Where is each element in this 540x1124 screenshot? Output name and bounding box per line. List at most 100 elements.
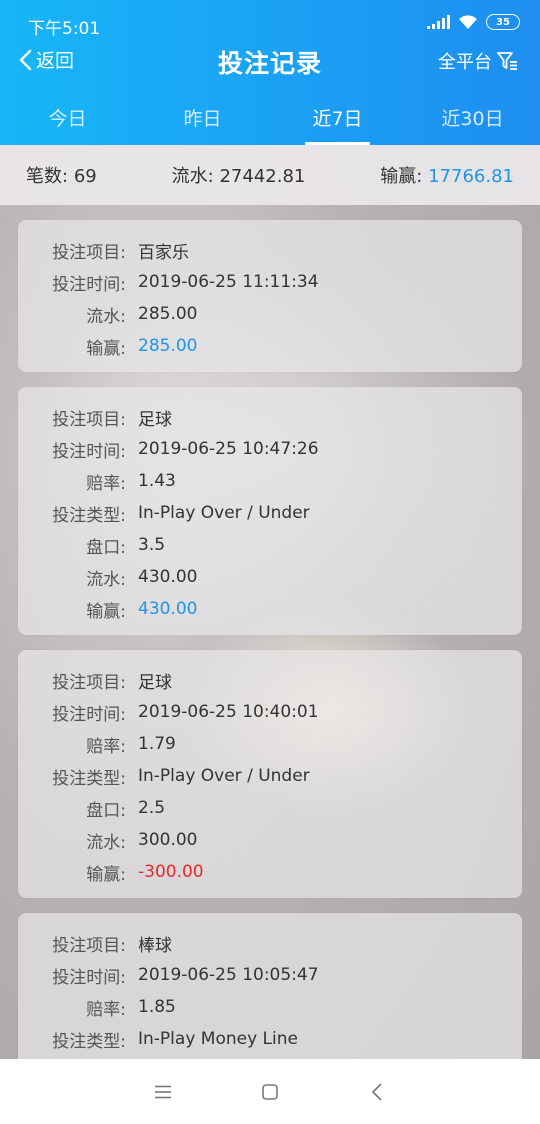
filter-icon [497,52,517,70]
record-field-label: 投注时间: [52,967,126,988]
tab-today[interactable]: 今日 [0,98,135,145]
summary-winloss-label: 输赢: [380,166,423,187]
date-range-tabs: 今日 昨日 近7日 近30日 [0,98,540,145]
record-field-label: 输赢: [86,338,126,359]
record-field-value: 棒球 [138,935,172,956]
signal-icon [427,15,450,29]
record-field-row: 输赢: -300.00 [18,856,522,888]
record-field-label: 流水: [86,569,126,590]
platform-label: 全平台 [438,52,492,73]
record-field-label: 赔率: [86,736,126,757]
record-field-value: 285.00 [138,336,198,356]
summary-count-value: 69 [73,166,97,187]
record-field-row: 赔率: 1.43 [18,465,522,497]
record-field-label: 投注项目: [52,242,126,263]
summary-winloss-value: 17766.81 [428,166,514,187]
record-field-value: 2.5 [138,798,166,818]
summary-turnover: 流水: 27442.81 [172,162,306,188]
battery-level: 35 [496,16,510,28]
platform-filter-button[interactable]: 全平台 [438,48,518,74]
record-field-row: 投注时间: 2019-06-25 11:11:34 [18,266,522,298]
record-field-label: 流水: [86,832,126,853]
record-field-value: 2019-06-25 10:47:26 [138,439,319,459]
wifi-icon [459,15,477,29]
status-bar: 下午5:01 35 [0,0,540,46]
record-field-label: 盘口: [86,537,126,558]
record-field-value: 1.43 [138,471,176,491]
system-nav-bar [0,1059,540,1124]
record-field-label: 赔率: [86,999,126,1020]
record-field-value: 足球 [138,409,172,430]
record-field-label: 输赢: [86,601,126,622]
record-field-value: 1.85 [138,997,176,1017]
record-field-label: 投注时间: [52,274,126,295]
record-field-row: 流水: 430.00 [18,561,522,593]
record-field-value: -300.00 [138,862,204,882]
record-field-row: 盘口: 3.5 [18,529,522,561]
record-field-label: 投注类型: [52,1031,126,1052]
bet-record-list[interactable]: 投注项目: 百家乐 投注时间: 2019-06-25 11:11:34 流水: 285.0… [18,220,522,1112]
record-field-row: 投注时间: 2019-06-25 10:05:47 [18,959,522,991]
bet-record-card[interactable]: 投注项目: 足球 投注时间: 2019-06-25 10:40:01 赔率: 1.79 投注… [18,650,522,898]
record-field-value: 百家乐 [138,242,189,263]
battery-icon: 35 [486,14,520,30]
app-screen: 下午5:01 35 返回 投注记录 全平台 今日 昨日 近7日 近30日 笔数:… [0,0,540,1124]
summary-winloss: 输赢: 17766.81 [380,162,514,188]
status-time: 下午5:01 [28,19,101,39]
home-square-icon[interactable] [250,1072,290,1112]
record-field-row: 输赢: 285.00 [18,330,522,362]
record-field-label: 投注时间: [52,441,126,462]
bet-record-card[interactable]: 投注项目: 足球 投注时间: 2019-06-25 10:47:26 赔率: 1.43 投注… [18,387,522,635]
record-field-label: 投注类型: [52,505,126,526]
record-field-row: 投注类型: In-Play Over / Under [18,497,522,529]
record-field-label: 投注项目: [52,935,126,956]
status-icons: 35 [427,14,520,30]
record-field-value: 2019-06-25 10:40:01 [138,702,319,722]
summary-turnover-value: 27442.81 [219,166,306,187]
record-field-value: In-Play Over / Under [138,503,310,523]
record-field-row: 投注项目: 棒球 [18,927,522,959]
record-field-label: 投注项目: [52,409,126,430]
record-field-row: 投注项目: 足球 [18,664,522,696]
record-field-value: 足球 [138,672,172,693]
record-field-row: 输赢: 430.00 [18,593,522,625]
record-field-value: 430.00 [138,599,198,619]
record-field-value: 430.00 [138,567,198,587]
record-field-row: 投注项目: 百家乐 [18,234,522,266]
back-chevron-icon[interactable] [357,1072,397,1112]
record-field-value: In-Play Money Line [138,1029,298,1049]
record-field-label: 投注项目: [52,672,126,693]
record-field-row: 投注类型: In-Play Over / Under [18,760,522,792]
record-field-row: 投注时间: 2019-06-25 10:47:26 [18,433,522,465]
menu-icon[interactable] [143,1072,183,1112]
record-field-label: 输赢: [86,864,126,885]
record-field-label: 流水: [86,306,126,327]
app-header: 下午5:01 35 返回 投注记录 全平台 今日 昨日 近7日 近30日 [0,0,540,145]
record-field-row: 盘口: 2.5 [18,792,522,824]
record-field-row: 流水: 285.00 [18,298,522,330]
title-row: 返回 投注记录 全平台 [0,44,540,84]
record-field-label: 投注时间: [52,704,126,725]
record-field-value: In-Play Over / Under [138,766,310,786]
record-field-value: 1.79 [138,734,176,754]
summary-count-label: 笔数: [26,166,69,187]
record-field-row: 赔率: 1.85 [18,991,522,1023]
summary-bar: 笔数: 69 流水: 27442.81 输赢: 17766.81 [0,145,540,205]
record-field-value: 285.00 [138,304,198,324]
record-field-label: 盘口: [86,800,126,821]
record-field-value: 2019-06-25 10:05:47 [138,965,319,985]
record-field-label: 投注类型: [52,768,126,789]
record-field-label: 赔率: [86,473,126,494]
record-field-value: 3.5 [138,535,166,555]
summary-turnover-label: 流水: [171,166,214,187]
tab-last-30-days[interactable]: 近30日 [405,98,540,145]
record-field-value: 2019-06-25 11:11:34 [138,272,319,292]
record-field-row: 投注项目: 足球 [18,401,522,433]
tab-yesterday[interactable]: 昨日 [135,98,270,145]
record-field-row: 赔率: 1.79 [18,728,522,760]
record-field-row: 投注类型: In-Play Money Line [18,1023,522,1055]
bet-record-card[interactable]: 投注项目: 百家乐 投注时间: 2019-06-25 11:11:34 流水: 285.0… [18,220,522,372]
record-field-row: 投注时间: 2019-06-25 10:40:01 [18,696,522,728]
tab-last-7-days[interactable]: 近7日 [270,98,405,145]
summary-count: 笔数: 69 [26,162,97,188]
